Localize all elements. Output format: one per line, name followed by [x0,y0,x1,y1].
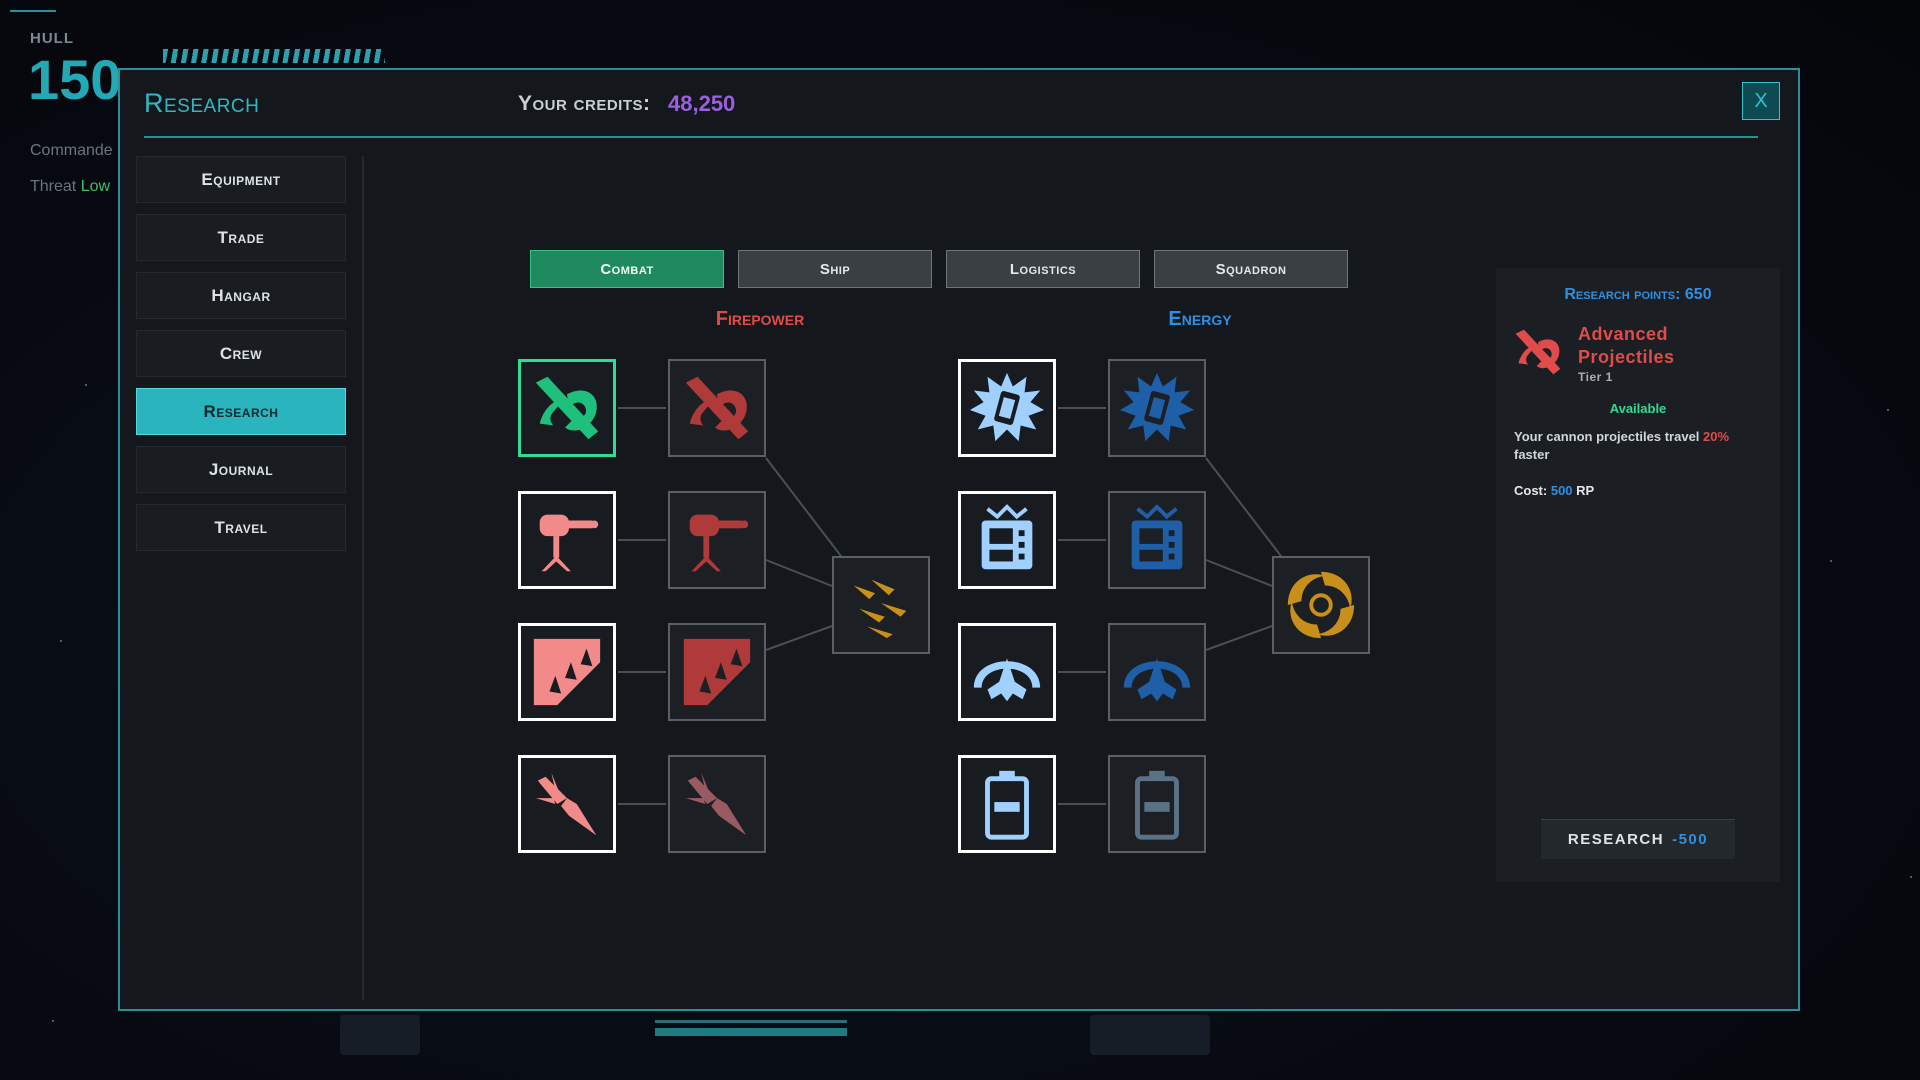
advanced-projectiles-icon [685,376,749,440]
spiked-armor-icon [533,638,601,706]
advanced-projectiles-icon [1515,329,1561,375]
threat-level: Low [80,178,111,195]
credits-value: 48,250 [668,91,736,116]
node-missile-t1[interactable] [518,755,616,853]
node-generator-t2[interactable] [1108,491,1206,589]
energy-branch-title: Energy [1168,308,1232,330]
battery-icon [1135,770,1179,840]
sidebar-item-crew[interactable]: Crew [136,330,346,377]
hull-label: HULL [30,30,74,47]
tab-squadron[interactable]: Squadron [1154,250,1348,288]
node-battery-t2[interactable] [1108,755,1206,853]
research-detail-panel: Research points: 650 Advanced Projectile… [1496,268,1780,882]
sidebar-item-trade[interactable]: Trade [136,214,346,261]
node-advanced-projectiles-t1[interactable] [518,359,616,457]
research-points: Research points: 650 [1496,286,1780,304]
battery-icon [985,770,1029,840]
node-vortex-core-capstone[interactable] [1272,556,1370,654]
threat-indicator: Threat Low [30,178,110,196]
sidebar-item-research[interactable]: Research [136,388,346,435]
research-button-label: RESEARCH [1567,831,1665,848]
research-points-value: 650 [1684,286,1712,303]
header-divider [144,136,1758,138]
turret-icon [539,514,599,572]
firepower-branch-title: Firepower [715,308,805,330]
node-spiked-armor-t1[interactable] [518,623,616,721]
hull-value: 150 [28,48,122,111]
node-shield-ship-t1[interactable] [958,623,1056,721]
node-battery-t1[interactable] [958,755,1056,853]
description-text: Your cannon projectiles travel [1514,429,1704,444]
description-highlight: 20% [1703,429,1730,444]
generator-icon [981,504,1033,570]
turret-icon [689,514,749,572]
ship-engine-right [1090,1015,1210,1055]
tab-logistics[interactable]: Logistics [946,250,1140,288]
node-energy-cell-t2[interactable] [1108,359,1206,457]
description-text-end: faster [1514,447,1550,462]
credits-label: Your credits: [518,92,651,115]
selected-research-description: Your cannon projectiles travel 20% faste… [1514,428,1764,464]
selected-research-cost: Cost: 500 RP [1514,483,1594,498]
node-shield-ship-t2[interactable] [1108,623,1206,721]
advanced-projectiles-icon [535,376,599,440]
node-missile-t2[interactable] [668,755,766,853]
sidebar-nav: Equipment Trade Hangar Crew Research Jou… [136,156,346,562]
selected-research-tier: Tier 1 [1578,370,1613,384]
node-turret-t1[interactable] [518,491,616,589]
hud-accent-line [10,10,56,12]
selected-research-name: Advanced Projectiles [1578,324,1675,367]
selected-research-status: Available [1609,401,1667,416]
research-points-label: Research points: [1564,286,1681,303]
tab-ship[interactable]: Ship [738,250,932,288]
energy-cell-burst-icon [969,372,1045,442]
bottom-status-bar [655,1020,847,1039]
node-energy-cell-t1[interactable] [958,359,1056,457]
tab-combat[interactable]: Combat [530,250,724,288]
research-modal: Research Your credits: 48,250 X Equipmen… [118,68,1800,1011]
node-generator-t1[interactable] [958,491,1056,589]
research-button-cost: -500 [1672,831,1709,848]
ship-engine-left [340,1015,420,1055]
missile-icon [685,772,747,836]
cost-unit: RP [1576,483,1595,498]
modal-title: Research [144,88,260,118]
missile-icon [535,772,597,836]
cost-label: Cost: [1514,483,1548,498]
sidebar-divider [362,156,364,1000]
energy-cell-burst-icon [1119,372,1195,442]
hull-bar [163,49,385,63]
cost-value: 500 [1550,483,1573,498]
sidebar-item-journal[interactable]: Journal [136,446,346,493]
shield-ship-icon [973,658,1041,702]
research-button[interactable]: RESEARCH -500 [1541,819,1735,859]
sidebar-item-hangar[interactable]: Hangar [136,272,346,319]
node-spiked-armor-t2[interactable] [668,623,766,721]
commander-label: Commande [30,142,113,159]
node-missile-barrage-capstone[interactable] [832,556,930,654]
threat-label: Threat [30,178,77,195]
missile-barrage-icon [853,579,907,639]
sidebar-item-travel[interactable]: Travel [136,504,346,551]
category-tabs: Combat Ship Logistics Squadron [530,250,1348,288]
vortex-core-icon [1287,571,1355,639]
shield-ship-icon [1123,658,1191,702]
node-advanced-projectiles-t2[interactable] [668,359,766,457]
node-turret-t2[interactable] [668,491,766,589]
close-button[interactable]: X [1742,82,1780,120]
generator-icon [1131,504,1183,570]
spiked-armor-icon [683,638,751,706]
sidebar-item-equipment[interactable]: Equipment [136,156,346,203]
